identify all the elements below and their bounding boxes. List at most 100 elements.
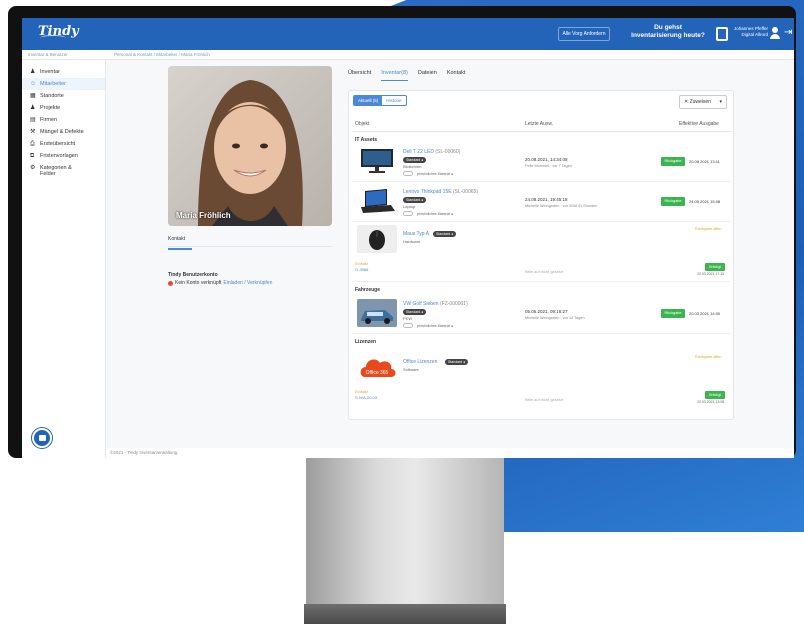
profile-name: Maria Fröhlich xyxy=(176,211,231,220)
breadcrumb[interactable]: Personal & Kontakt / Mitarbeiter / Maria… xyxy=(114,52,210,57)
personal-material-label: persönliches Material ● xyxy=(417,212,454,216)
row-divider xyxy=(353,281,731,282)
status-badge: Standard ● xyxy=(445,359,469,365)
assign-button-label: Zuweisen xyxy=(689,99,711,105)
last-use-user: Michelle Weingarten · vor 12 Tagen xyxy=(525,316,585,320)
car-thumbnail xyxy=(357,299,397,327)
sidebar-item-inventar[interactable]: ♟ Inventar xyxy=(22,66,105,78)
sidebar-item-fristenvorlagen[interactable]: ⧉ Fristenvorlagen xyxy=(22,150,105,162)
people-icon: ♟ xyxy=(30,105,36,111)
row-divider xyxy=(353,221,731,222)
done-button[interactable]: Erledigt xyxy=(705,263,725,271)
sidebar-item-mitarbeiter[interactable]: ☺ Mitarbeiter xyxy=(22,78,105,90)
item-category: Software xyxy=(403,367,419,372)
done-button[interactable]: Erledigt xyxy=(705,391,725,399)
item-title-text: Dell T 22 LED xyxy=(403,149,434,155)
user-avatar-icon[interactable] xyxy=(770,27,780,39)
last-use-user: Pelle Mohnsel · vor 7 Tagen xyxy=(525,164,572,168)
sidebar-item-kategorien[interactable]: ⚙ Kategorien & Felder xyxy=(22,162,105,180)
device-icon[interactable] xyxy=(716,27,728,41)
header-question-line1: Du gehst xyxy=(654,24,682,31)
tab-kontakt[interactable]: Kontakt xyxy=(447,70,466,81)
tab-inventar[interactable]: Inventar(8) xyxy=(381,70,408,81)
personal-material-label: persönliches Material ● xyxy=(417,172,454,176)
item-title-link[interactable]: Lenovo Thinkpad 15E (SL-00065) xyxy=(403,189,478,195)
sidebar-item-label: Projekte xyxy=(40,105,61,111)
header-divider xyxy=(353,131,731,132)
item-title-text: VW Golf Sieben xyxy=(403,301,439,307)
deployment-link[interactable]: Einsatz S-N/A-20.03 xyxy=(355,389,377,401)
printer-icon: ⎙ xyxy=(30,141,35,147)
view-toggle: Aktuell (5) Historie xyxy=(353,95,407,106)
personal-material-toggle[interactable] xyxy=(403,323,413,328)
office-thumb-label: Office 365 xyxy=(366,370,389,376)
account-section-title: Tindy Benutzerkonto xyxy=(168,272,218,278)
inventory-panel: Aktuell (5) Historie ✕ Zuweisen ▾ Objekt… xyxy=(348,90,734,420)
header-question-line2: Inventarisierung heute? xyxy=(631,32,705,39)
sidebar-item-ersteuebersicht[interactable]: ⎙ Ersteübersicht xyxy=(22,138,105,150)
group-it-assets: IT Assets xyxy=(355,137,378,143)
header-action-button[interactable]: Alle Vorg Anfordern xyxy=(558,27,610,41)
monitor-stand xyxy=(306,458,504,608)
group-fahrzeuge: Fahrzeuge xyxy=(355,287,381,293)
personal-material-toggle[interactable] xyxy=(403,211,413,216)
account-status-text: Kein Konto verknüpft xyxy=(175,280,222,286)
kontakt-tab[interactable]: Kontakt xyxy=(168,236,332,247)
user-name[interactable]: Johannes Pfeffer Digital Allrord xyxy=(732,26,768,38)
return-open-status: Rückgabe offen xyxy=(695,355,722,359)
profile-tabs: Übersicht Inventar(8) Dateien Kontakt xyxy=(348,70,465,81)
personal-material-label: persönliches Material ● xyxy=(417,324,454,328)
sidebar-item-firmen[interactable]: ▤ Firmen xyxy=(22,114,105,126)
return-button[interactable]: Rückgabe xyxy=(661,157,685,166)
sidebar-item-projekte[interactable]: ♟ Projekte xyxy=(22,102,105,114)
office-cloud-thumbnail: Office 365 xyxy=(360,359,396,377)
account-status: Kein Konto verknüpft Einladen / Verknüpf… xyxy=(168,280,272,286)
last-use-date: 20.08.2021, 14:34:08 xyxy=(525,157,568,162)
assign-button[interactable]: ✕ Zuweisen ▾ xyxy=(679,95,727,109)
row-divider xyxy=(353,181,731,182)
chat-button[interactable] xyxy=(32,428,52,448)
return-button[interactable]: Rückgabe xyxy=(661,197,685,206)
sidebar-item-standorte[interactable]: ▦ Standorte xyxy=(22,90,105,102)
sidebar-item-label: Standorte xyxy=(40,93,64,99)
laptop-thumbnail xyxy=(361,189,395,213)
grid-icon: ▤ xyxy=(30,117,36,123)
logout-icon[interactable]: ⇥ xyxy=(784,27,792,38)
tab-uebersicht[interactable]: Übersicht xyxy=(348,70,371,81)
last-use-info: 20.08.2021, 14:34:08 Pelle Mohnsel · vor … xyxy=(525,157,572,169)
item-title-link[interactable]: Dell T 22 LED (SL-00060) xyxy=(403,149,460,155)
done-date: 20.03.2021 17:15 xyxy=(697,272,725,276)
last-use-info: 24.08.2021, 19:45:18 Michelle Weingarten … xyxy=(525,197,597,209)
breadcrumb-section[interactable]: Inventar & Benutzer xyxy=(28,52,68,57)
issue-date: 24.05.2021 15:08 xyxy=(689,199,721,204)
item-id: (SL-00065) xyxy=(452,189,478,195)
user-name-line1: Johannes Pfeffer xyxy=(734,26,768,31)
issue-date: 20.03.2021 14:00 xyxy=(689,311,721,316)
gear-icon: ⚙ xyxy=(30,165,36,171)
app-screen: Tindy Alle Vorg Anfordern Du gehst Inven… xyxy=(22,18,794,458)
deployment-value: S-N/A-20.03 xyxy=(355,395,378,400)
toggle-history[interactable]: Historie xyxy=(382,96,405,105)
users-icon: ♟ xyxy=(30,69,36,75)
item-title-link[interactable]: Maus Typ A xyxy=(403,231,429,237)
sidebar-item-label: Fristenvorlagen xyxy=(40,153,78,159)
deployment-link[interactable]: Einsatz G-3968 xyxy=(355,261,368,273)
chevron-down-icon: ▾ xyxy=(719,99,722,105)
sidebar-item-maengel[interactable]: ⚒ Mängel & Defekte xyxy=(22,126,105,138)
personal-material-toggle[interactable] xyxy=(403,171,413,176)
building-icon: ▦ xyxy=(30,93,36,99)
toggle-current[interactable]: Aktuell (5) xyxy=(354,96,383,105)
sidebar-item-label: Ersteübersicht xyxy=(40,141,76,147)
portrait-image xyxy=(168,66,332,226)
item-category: Laptop xyxy=(403,204,416,209)
invite-link[interactable]: Einladen / Verknüpfen xyxy=(223,280,272,286)
last-use-date: 05.05.2021, 09:16:27 xyxy=(525,309,568,314)
tab-dateien[interactable]: Dateien xyxy=(418,70,437,81)
tools-icon: ✕ xyxy=(684,99,689,105)
item-title-link[interactable]: VW Golf Sieben (FZ-000001) xyxy=(403,301,468,307)
wrench-icon: ⚒ xyxy=(30,129,36,135)
status-badge: Standard ● xyxy=(403,157,427,163)
item-title-link[interactable]: Office Lizenzen xyxy=(403,359,437,365)
return-button[interactable]: Rückgabe xyxy=(661,309,685,318)
monitor-thumbnail xyxy=(361,149,393,173)
